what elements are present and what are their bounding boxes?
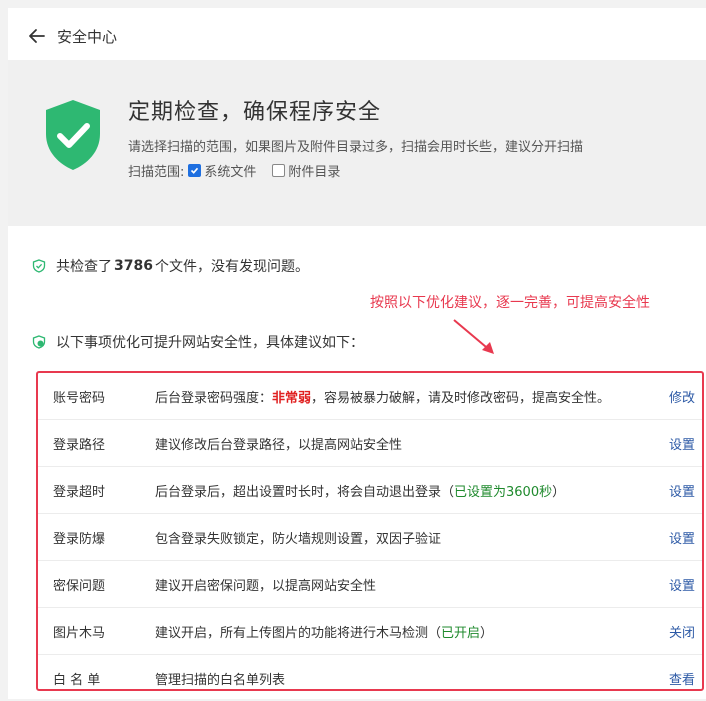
row-action-link[interactable]: 关闭 xyxy=(669,622,695,641)
row-name: 登录超时 xyxy=(53,484,106,500)
row-action-link[interactable]: 设置 xyxy=(669,434,695,453)
row-action-link[interactable]: 修改 xyxy=(669,387,695,406)
row-description: 管理扫描的白名单列表 xyxy=(155,672,286,688)
row-description: 建议修改后台登录路径，以提高网站安全性 xyxy=(155,437,403,453)
row-action-link[interactable]: 设置 xyxy=(669,575,695,594)
row-name: 白 名 单 xyxy=(53,672,101,688)
advice-title: 以下事项优化可提升网站安全性，具体建议如下： xyxy=(56,335,364,351)
row-name: 登录防爆 xyxy=(53,531,106,547)
summary-prefix: 共检查了 xyxy=(56,259,112,275)
summary-suffix: 个文件，没有发现问题。 xyxy=(154,259,309,275)
row-description: 后台登录后，超出设置时长时，将会自动退出登录（已设置为3600秒） xyxy=(155,484,566,500)
scan-scope-label: 扫描范围: xyxy=(128,165,185,180)
back-arrow-icon[interactable] xyxy=(28,27,46,45)
attachments-checkbox[interactable]: 附件目录 xyxy=(272,161,340,180)
row-description: 建议开启密保问题，以提高网站安全性 xyxy=(155,578,377,594)
row-description: 建议开启，所有上传图片的功能将进行木马检测（已开启） xyxy=(155,625,494,641)
table-row: 图片木马 建议开启，所有上传图片的功能将进行木马检测（已开启） 关闭 xyxy=(38,607,702,654)
checkbox-unchecked-icon xyxy=(272,164,286,177)
system-files-label: 系统文件 xyxy=(204,165,257,180)
row-name: 登录路径 xyxy=(53,437,106,453)
table-row: 登录防爆 包含登录失败锁定，防火墙规则设置，双因子验证 设置 xyxy=(38,513,702,560)
shield-tip-icon xyxy=(32,335,46,349)
table-row: 登录路径 建议修改后台登录路径，以提高网站安全性 设置 xyxy=(38,419,702,466)
file-count: 3786 xyxy=(114,258,153,274)
annotation-arrow-icon xyxy=(453,319,494,354)
table-row: 登录超时 后台登录后，超出设置时长时，将会自动退出登录（已设置为3600秒） 设… xyxy=(38,466,702,513)
row-description: 后台登录密码强度：非常弱，容易被暴力破解，请及时修改密码，提高安全性。 xyxy=(155,390,611,406)
suggestions-table: 账号密码 后台登录密码强度：非常弱，容易被暴力破解，请及时修改密码，提高安全性。… xyxy=(36,371,704,691)
system-files-checkbox[interactable]: 系统文件 xyxy=(188,161,256,180)
row-name: 账号密码 xyxy=(53,390,106,406)
table-row: 白 名 单 管理扫描的白名单列表 查看 xyxy=(38,654,702,701)
shield-check-icon xyxy=(46,100,100,170)
page-title: 安全中心 xyxy=(57,28,118,46)
hero-description: 请选择扫描的范围，如果图片及附件目录过多，扫描会用时长些，建议分开扫描 xyxy=(128,140,584,155)
advice-heading: 以下事项优化可提升网站安全性，具体建议如下： xyxy=(32,332,364,352)
table-row: 密保问题 建议开启密保问题，以提高网站安全性 设置 xyxy=(38,560,702,607)
shield-ok-icon xyxy=(32,259,46,273)
row-name: 图片木马 xyxy=(53,625,106,641)
top-bar: 安全中心 xyxy=(8,8,706,60)
row-action-link[interactable]: 设置 xyxy=(669,528,695,547)
results-panel: 共检查了 3786 个文件，没有发现问题。 按照以下优化建议，逐一完善，可提高安… xyxy=(8,226,706,699)
table-row: 账号密码 后台登录密码强度：非常弱，容易被暴力破解，请及时修改密码，提高安全性。… xyxy=(38,373,702,419)
scan-scope-row: 扫描范围: 系统文件 附件目录 xyxy=(128,161,352,180)
row-action-link[interactable]: 查看 xyxy=(669,669,695,688)
row-name: 密保问题 xyxy=(53,578,106,594)
hero-panel: 定期检查，确保程序安全 请选择扫描的范围，如果图片及附件目录过多，扫描会用时长些… xyxy=(8,60,706,226)
attachments-label: 附件目录 xyxy=(288,165,341,180)
hero-title: 定期检查，确保程序安全 xyxy=(128,100,382,125)
row-action-link[interactable]: 设置 xyxy=(669,481,695,500)
scan-summary: 共检查了 3786 个文件，没有发现问题。 xyxy=(32,256,309,276)
row-description: 包含登录失败锁定，防火墙规则设置，双因子验证 xyxy=(155,531,442,547)
checkbox-checked-icon xyxy=(188,164,202,177)
annotation-text: 按照以下优化建议，逐一完善，可提高安全性 xyxy=(370,295,650,311)
